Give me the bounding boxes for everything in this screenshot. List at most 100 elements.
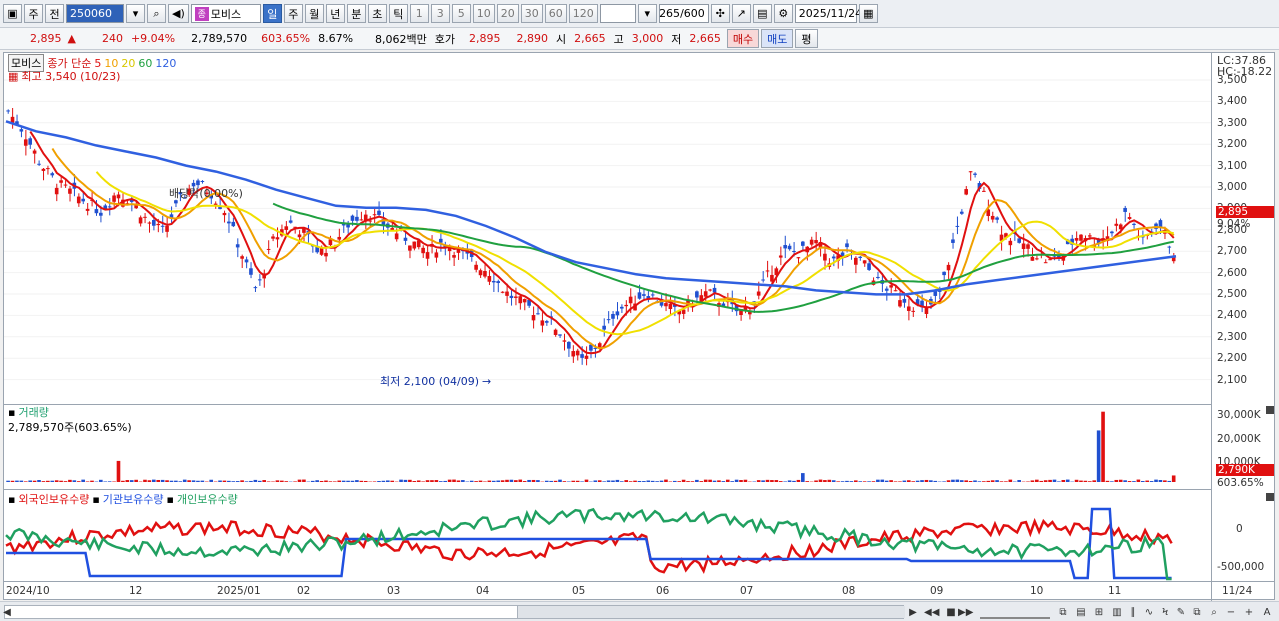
volume-bar: [46, 480, 50, 482]
volume-bar: [50, 480, 55, 482]
search-icon[interactable]: ⌕: [147, 4, 166, 23]
buy-button[interactable]: 매수: [726, 29, 760, 48]
chart-menu-icon[interactable]: ▣: [3, 4, 22, 23]
candle-body: [1114, 223, 1119, 226]
stock-name-field[interactable]: 종 모비스: [190, 4, 261, 23]
candle-body: [138, 217, 143, 224]
stock-code-input[interactable]: 250060: [66, 4, 124, 23]
copy-icon[interactable]: ⧉: [1190, 605, 1204, 619]
stop-icon[interactable]: ■: [944, 605, 958, 619]
pen-icon[interactable]: ✎: [1174, 605, 1188, 619]
volume-legend[interactable]: ▪ 거래량: [8, 404, 49, 420]
bar-icon[interactable]: ∥: [1126, 605, 1140, 619]
volume-pane-close-icon[interactable]: [1266, 406, 1274, 414]
custom-interval-input[interactable]: [599, 4, 636, 23]
candle-body: [801, 241, 805, 246]
volume-bar: [686, 481, 690, 482]
interval-5[interactable]: 5: [451, 4, 471, 23]
tab-day[interactable]: 일: [262, 4, 282, 23]
volume-bar: [293, 481, 297, 482]
holding-pane-close-icon[interactable]: [1266, 493, 1274, 501]
scrollbar-thumb[interactable]: [517, 606, 905, 618]
zoom-fit-icon[interactable]: ⧉: [1056, 605, 1070, 619]
period-ju-button[interactable]: 주: [24, 4, 43, 23]
holding-legend[interactable]: ▪ 외국인보유수량 ▪ 기관보유수량 ▪ 개인보유수량: [8, 491, 238, 507]
zoom-out-icon[interactable]: −: [1224, 605, 1238, 619]
volume-bar: [244, 481, 249, 482]
price-tick-5: 3,000: [1217, 181, 1248, 193]
code-dropdown-icon[interactable]: ▾: [126, 4, 145, 23]
trend-tool-icon[interactable]: ↗: [731, 4, 751, 23]
interval-30[interactable]: 30: [520, 4, 543, 23]
zoom-icon[interactable]: ⌕: [1207, 605, 1221, 619]
tab-second[interactable]: 초: [367, 4, 387, 23]
zoom-in-icon[interactable]: +: [1242, 605, 1256, 619]
play-icon[interactable]: ▶▶: [958, 605, 973, 619]
volume-bar: [54, 480, 59, 482]
volume-bar: [624, 480, 629, 482]
tab-month[interactable]: 월: [304, 4, 324, 23]
layout-icon[interactable]: ▤: [1074, 605, 1088, 619]
speaker-icon[interactable]: ◀): [168, 4, 189, 23]
volume-bar: [434, 480, 439, 482]
auto-scale-icon[interactable]: A: [1260, 605, 1274, 619]
compare-icon[interactable]: ⊞: [1092, 605, 1106, 619]
interval-20[interactable]: 20: [496, 4, 519, 23]
gear-icon[interactable]: ⚙: [773, 4, 793, 23]
volume-bar: [143, 479, 147, 482]
eval-button[interactable]: 평: [795, 29, 818, 48]
interval-60[interactable]: 60: [544, 4, 567, 23]
candle-body: [558, 334, 562, 336]
candle-body: [668, 303, 673, 310]
fork-icon[interactable]: Ϟ: [1158, 605, 1172, 619]
institution-holding-legend[interactable]: 기관보유수량: [103, 491, 164, 507]
save-icon[interactable]: ▤: [752, 4, 772, 23]
last-price-tag: 2,895: [1216, 206, 1274, 218]
volume-bar: [1101, 411, 1105, 482]
candle-body: [876, 276, 880, 278]
tab-week[interactable]: 주: [283, 4, 303, 23]
candle-body: [606, 319, 611, 321]
foreign-holding-legend[interactable]: 외국인보유수량: [18, 491, 89, 507]
volume-legend-name[interactable]: 거래량: [18, 404, 48, 420]
price-volume-separator[interactable]: [4, 404, 1212, 405]
interval-3[interactable]: 3: [430, 4, 450, 23]
scroll-right-icon[interactable]: ▶: [906, 605, 920, 619]
sell-button[interactable]: 매도: [761, 29, 794, 48]
interval-1[interactable]: 1: [409, 4, 429, 23]
date-input[interactable]: 2025/11/24: [794, 4, 862, 23]
period-jeon-button[interactable]: 전: [45, 4, 64, 23]
volume-bar: [191, 480, 196, 482]
tab-tick[interactable]: 틱: [388, 4, 408, 23]
candle-body: [968, 171, 973, 173]
interval-dropdown-icon[interactable]: ▾: [637, 4, 657, 23]
volume-bar: [898, 481, 902, 482]
grid-icon[interactable]: ▥: [1110, 605, 1124, 619]
tab-year[interactable]: 년: [325, 4, 345, 23]
chart-area[interactable]: 모비스 종가 단순 5 10 20 60 120 ▦ 최고 3,540 (10/2…: [3, 52, 1275, 601]
chart-scrollbar[interactable]: [4, 605, 905, 619]
rewind-icon[interactable]: ◀◀: [924, 605, 939, 619]
count-field[interactable]: 265/600: [658, 4, 709, 23]
volume-holding-separator[interactable]: [4, 489, 1212, 490]
cursor-tool-icon[interactable]: ✣: [710, 4, 730, 23]
individual-holding-legend[interactable]: 개인보유수량: [177, 491, 238, 507]
scroll-left-icon[interactable]: ◀: [0, 605, 14, 619]
calendar-icon[interactable]: ▦: [858, 4, 878, 23]
volume-bar: [1127, 481, 1132, 482]
tab-minute[interactable]: 분: [346, 4, 366, 23]
interval-120[interactable]: 120: [568, 4, 598, 23]
volume-bar: [955, 479, 960, 482]
volume-bar: [90, 480, 94, 482]
candle-body: [257, 279, 262, 281]
volume-bar: [801, 473, 805, 482]
speed-slider[interactable]: [980, 605, 1050, 619]
volume-bar: [443, 480, 448, 482]
candle-body: [94, 209, 99, 214]
chart-canvas[interactable]: [4, 53, 1274, 599]
candle-body: [275, 237, 280, 240]
price-tick-3: 3,200: [1217, 138, 1248, 151]
candle-body: [425, 252, 430, 259]
interval-10[interactable]: 10: [472, 4, 495, 23]
line-icon[interactable]: ∿: [1142, 605, 1156, 619]
